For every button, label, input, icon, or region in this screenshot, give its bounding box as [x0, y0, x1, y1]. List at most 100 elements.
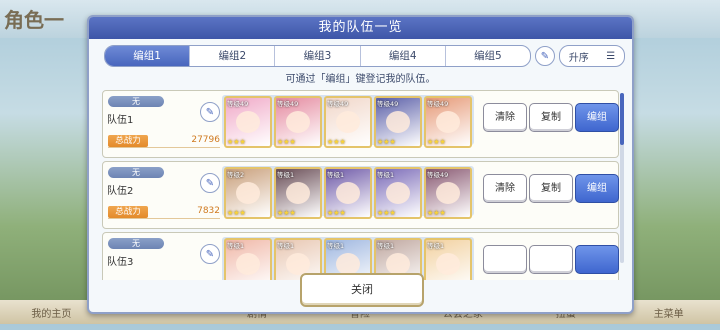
member-stars: ★★★ [227, 209, 246, 217]
character-face-icon [286, 182, 310, 204]
member-portrait[interactable]: 等级2 ★★★ [224, 167, 272, 219]
sort-label: 升序 [568, 52, 589, 64]
clear-button[interactable]: 清除 [483, 103, 527, 132]
total-power-label: 总战力 [108, 135, 148, 147]
character-face-icon [386, 182, 410, 204]
character-face-icon [436, 182, 460, 204]
member-portrait[interactable]: 等级1 [224, 238, 272, 280]
member-level: 等级1 [377, 171, 395, 179]
team-tag: 无 [108, 238, 164, 249]
hint-text: 可通过「编组」键登记我的队伍。 [285, 74, 436, 85]
member-stars: ★★★ [377, 209, 396, 217]
group-tabs: 编组1 编组2 编组3 编组4 编组5 [104, 45, 531, 67]
member-level: 等级49 [427, 100, 449, 108]
clear-button[interactable]: 清除 [483, 174, 527, 203]
team-list: 无 队伍1 ✎ 总战力 27796 等级49 ★★★ 等级49 ★★★ 等级49… [102, 90, 625, 280]
rename-team-button[interactable]: ✎ [200, 102, 220, 122]
team-list-dialog: 我的队伍一览 编组1 编组2 编组3 编组4 编组5 ✎ 升序 ☰ 可通过「编组… [87, 15, 634, 314]
member-portrait[interactable]: 等级49 ★★★ [274, 96, 322, 148]
tab-group-1[interactable]: 编组1 [105, 46, 191, 66]
pencil-icon: ✎ [205, 177, 215, 189]
dialog-title: 我的队伍一览 [89, 17, 632, 39]
copy-button[interactable]: 复制 [529, 174, 573, 203]
member-stars: ★★★ [427, 138, 446, 146]
character-face-icon [436, 111, 460, 133]
member-level: 等级1 [327, 171, 345, 179]
member-level: 等级49 [277, 100, 299, 108]
member-stars: ★★★ [277, 209, 296, 217]
team-card: 无 队伍2 ✎ 总战力 7832 等级2 ★★★ 等级1 ★★★ 等级1 ★★★… [102, 161, 619, 229]
member-portrait[interactable]: 等级1 [424, 238, 472, 280]
member-stars: ★★★ [327, 138, 346, 146]
character-face-icon [336, 182, 360, 204]
total-power: 总战力 27796 [108, 135, 220, 148]
edit-team-button[interactable] [575, 245, 619, 274]
character-face-icon [236, 253, 260, 275]
pencil-icon: ✎ [205, 248, 215, 260]
scrollbar-thumb[interactable] [620, 93, 624, 145]
pencil-icon: ✎ [205, 106, 215, 118]
character-face-icon [386, 111, 410, 133]
rename-team-button[interactable]: ✎ [200, 173, 220, 193]
total-power-value: 27796 [191, 135, 220, 145]
team-name: 队伍1 [107, 115, 134, 126]
member-level: 等级1 [377, 242, 395, 250]
member-stars: ★★★ [377, 138, 396, 146]
member-portrait[interactable]: 等级49 ★★★ [424, 167, 472, 219]
member-stars: ★★★ [277, 138, 296, 146]
member-portrait[interactable]: 等级49 ★★★ [224, 96, 272, 148]
member-portrait[interactable]: 等级1 ★★★ [374, 167, 422, 219]
character-face-icon [386, 253, 410, 275]
member-level: 等级49 [227, 100, 249, 108]
member-portrait[interactable]: 等级1 ★★★ [324, 167, 372, 219]
tab-group-3[interactable]: 编组3 [275, 46, 361, 66]
member-stars: ★★★ [427, 209, 446, 217]
team-name: 队伍2 [107, 186, 134, 197]
member-level: 等级1 [277, 171, 295, 179]
member-stars: ★★★ [327, 209, 346, 217]
member-portraits: 等级2 ★★★ 等级1 ★★★ 等级1 ★★★ 等级1 ★★★ 等级49 ★★★ [222, 166, 474, 219]
total-power-value: 7832 [197, 206, 220, 216]
member-portraits: 等级49 ★★★ 等级49 ★★★ 等级49 ★★★ 等级49 ★★★ 等级49… [222, 95, 474, 148]
rename-group-button[interactable]: ✎ [535, 46, 555, 66]
sort-lines-icon: ☰ [606, 50, 616, 62]
tab-group-5[interactable]: 编组5 [446, 46, 530, 66]
character-face-icon [236, 111, 260, 133]
rename-team-button[interactable]: ✎ [200, 244, 220, 264]
team-tag: 无 [108, 167, 164, 178]
character-face-icon [286, 253, 310, 275]
tab-group-2[interactable]: 编组2 [190, 46, 276, 66]
team-card: 无 队伍1 ✎ 总战力 27796 等级49 ★★★ 等级49 ★★★ 等级49… [102, 90, 619, 158]
member-level: 等级2 [227, 171, 245, 179]
tab-group-4[interactable]: 编组4 [361, 46, 446, 66]
character-face-icon [236, 182, 260, 204]
background-logo: 角色一 [4, 8, 64, 32]
character-face-icon [436, 253, 460, 275]
character-face-icon [336, 111, 360, 133]
member-level: 等级1 [427, 242, 445, 250]
team-list-scrollbar[interactable] [620, 93, 624, 263]
team-name: 队伍3 [107, 257, 134, 268]
copy-button[interactable]: 复制 [529, 103, 573, 132]
edit-team-button[interactable]: 编组 [575, 174, 619, 203]
sort-button[interactable]: 升序 ☰ [559, 45, 625, 67]
pencil-icon: ✎ [540, 50, 550, 62]
member-portrait[interactable]: 等级1 ★★★ [274, 167, 322, 219]
member-level: 等级1 [327, 242, 345, 250]
member-level: 等级49 [377, 100, 399, 108]
member-level: 等级49 [427, 171, 449, 179]
copy-button[interactable] [529, 245, 573, 274]
member-portrait[interactable]: 等级49 ★★★ [374, 96, 422, 148]
close-button[interactable]: 关闭 [300, 273, 424, 307]
member-level: 等级1 [277, 242, 295, 250]
member-stars: ★★★ [227, 138, 246, 146]
total-power-label: 总战力 [108, 206, 148, 218]
edit-team-button[interactable]: 编组 [575, 103, 619, 132]
character-face-icon [286, 111, 310, 133]
member-level: 等级1 [227, 242, 245, 250]
team-tag: 无 [108, 96, 164, 107]
member-portrait[interactable]: 等级49 ★★★ [424, 96, 472, 148]
member-portrait[interactable]: 等级49 ★★★ [324, 96, 372, 148]
member-level: 等级49 [327, 100, 349, 108]
clear-button[interactable] [483, 245, 527, 274]
